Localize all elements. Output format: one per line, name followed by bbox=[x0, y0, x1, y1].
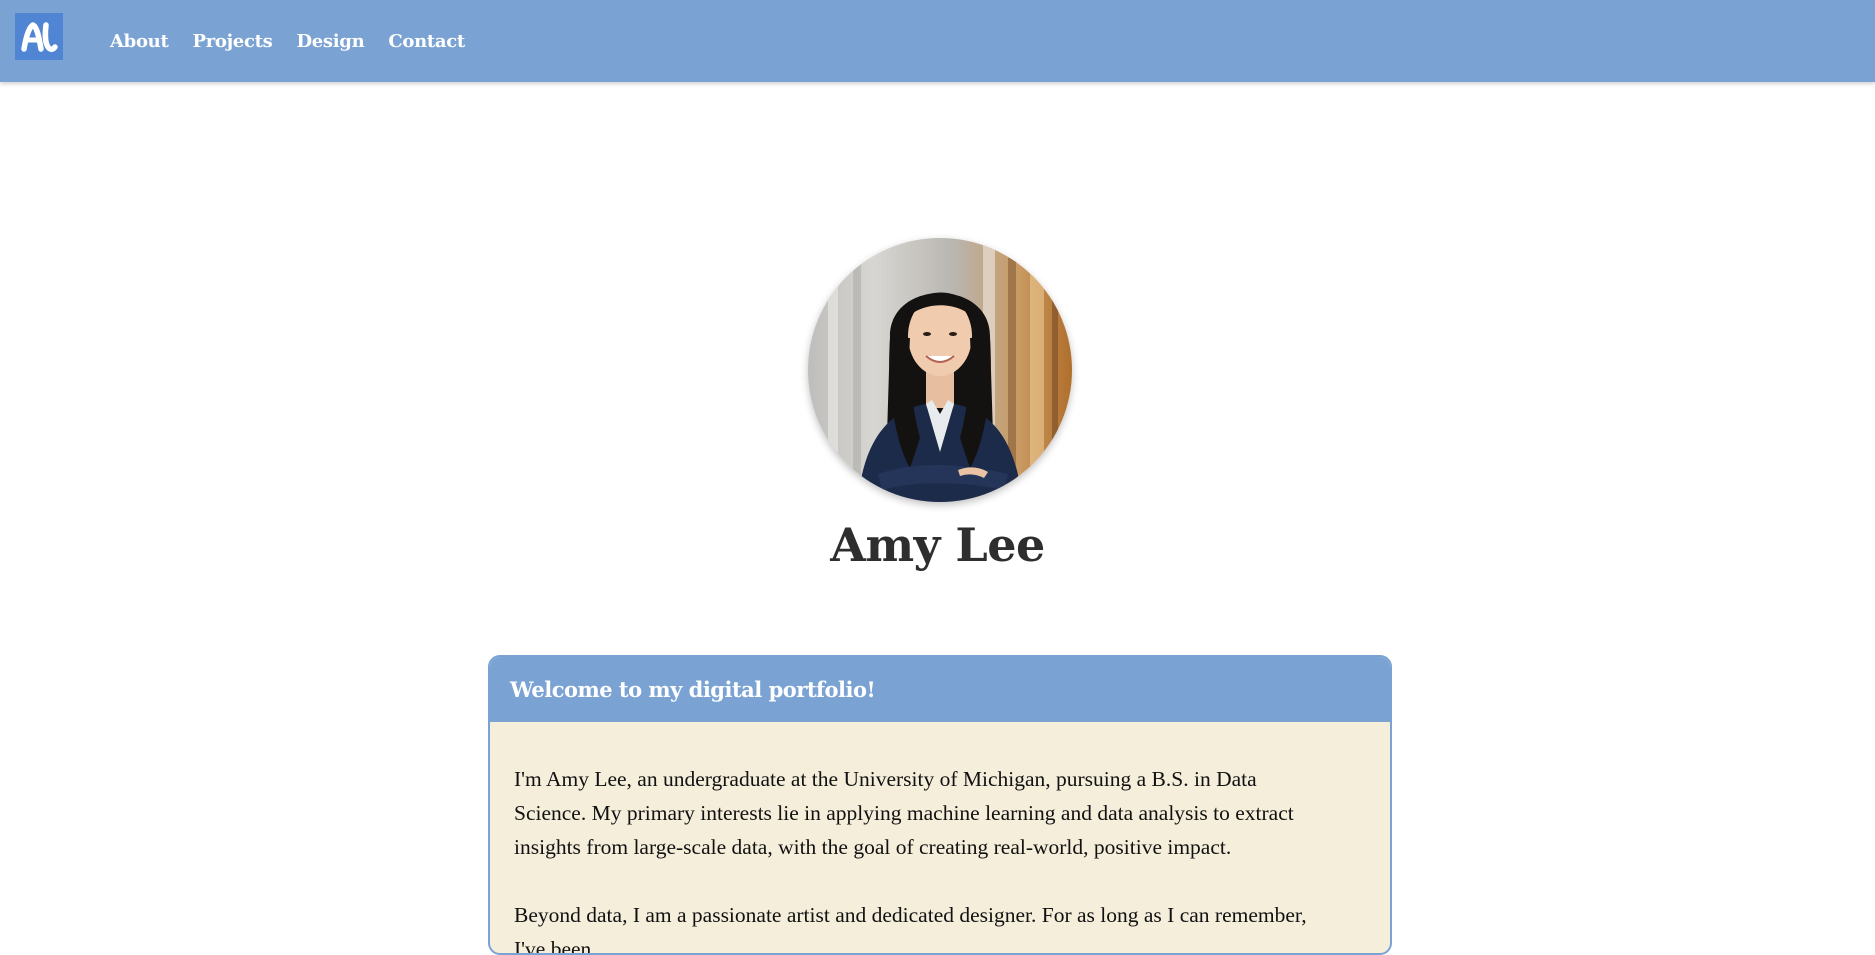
welcome-card-header: Welcome to my digital portfolio! bbox=[490, 657, 1390, 722]
nav-link-design[interactable]: Design bbox=[296, 31, 364, 52]
welcome-card: Welcome to my digital portfolio! I'm Amy… bbox=[488, 655, 1392, 955]
profile-photo-image bbox=[808, 238, 1072, 502]
primary-nav: About Projects Design Contact bbox=[110, 0, 489, 82]
nav-link-about[interactable]: About bbox=[110, 31, 169, 52]
profile-photo bbox=[808, 238, 1072, 502]
welcome-card-body: I'm Amy Lee, an undergraduate at the Uni… bbox=[490, 722, 1390, 955]
profile-name: Amy Lee bbox=[830, 518, 1045, 572]
al-logo-icon bbox=[21, 21, 58, 52]
intro-paragraph: Beyond data, I am a passionate artist an… bbox=[514, 903, 1307, 955]
logo-home-link[interactable] bbox=[15, 13, 63, 60]
welcome-card-title: Welcome to my digital portfolio! bbox=[510, 677, 876, 702]
nav-link-contact[interactable]: Contact bbox=[388, 31, 465, 52]
intro-paragraph: I'm Amy Lee, an undergraduate at the Uni… bbox=[514, 767, 1294, 859]
top-navbar: About Projects Design Contact bbox=[0, 0, 1875, 82]
nav-link-projects[interactable]: Projects bbox=[192, 31, 272, 52]
